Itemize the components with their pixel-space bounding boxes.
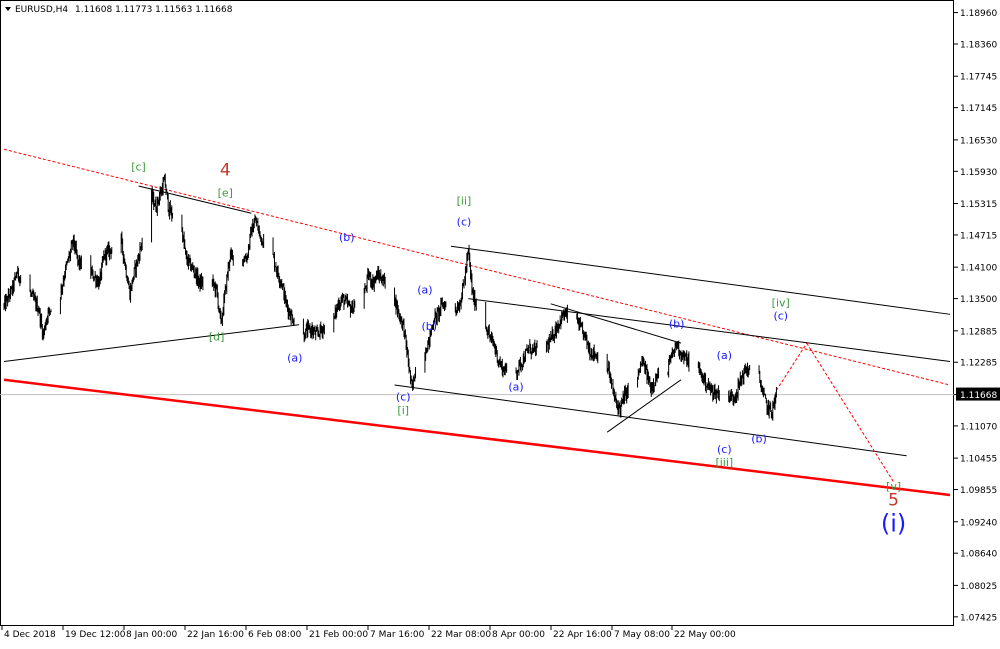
chart-header: EURUSD,H4 1.11608 1.11773 1.11563 1.1166… xyxy=(5,5,233,15)
wave-label: (i) xyxy=(881,510,906,538)
chart-background xyxy=(0,0,1000,645)
price-chart[interactable]: [c] 4[e][d](a)(b)(c)[i](a)(b)[ii](c)(a)(b… xyxy=(0,0,1000,645)
wave-label: 4 xyxy=(220,160,231,180)
wave-label: [d] xyxy=(209,331,225,344)
wave-label: [iv] xyxy=(772,296,790,309)
x-tick-label: 21 Feb 00:00 xyxy=(309,630,368,640)
wave-label: (a) xyxy=(417,283,432,296)
wave-label: (c) xyxy=(396,391,411,404)
x-tick-label: 6 Feb 08:00 xyxy=(248,630,302,640)
wave-label: [c] xyxy=(131,160,146,173)
wave-label: (b) xyxy=(669,317,685,330)
y-tick-label: 1.16530 xyxy=(960,136,997,146)
wave-label: (a) xyxy=(287,351,302,364)
x-tick-label: 7 May 08:00 xyxy=(614,630,670,640)
wave-label: [ii] xyxy=(457,194,472,207)
y-tick-label: 1.18360 xyxy=(960,41,997,51)
y-tick-label: 1.12885 xyxy=(960,327,997,337)
y-tick-label: 1.09240 xyxy=(960,518,997,528)
wave-label: (b) xyxy=(421,320,437,333)
y-tick-label: 1.18960 xyxy=(960,9,997,19)
y-tick-label: 1.09855 xyxy=(960,486,997,496)
x-tick-label: 22 Apr 16:00 xyxy=(553,630,612,640)
x-tick-label: 22 May 00:00 xyxy=(674,630,736,640)
x-tick-label: 8 Jan 00:00 xyxy=(126,630,178,640)
wave-label: (c) xyxy=(457,215,472,228)
x-tick-label: 8 Apr 00:00 xyxy=(492,630,545,640)
x-tick-label: 22 Mar 08:00 xyxy=(431,630,491,640)
wave-label: [i] xyxy=(397,404,409,417)
y-tick-label: 1.14715 xyxy=(960,231,997,241)
wave-label: 5 xyxy=(888,491,899,511)
wave-label: (a) xyxy=(717,349,732,362)
y-tick-label: 1.15930 xyxy=(960,168,997,178)
symbol-label: EURUSD,H4 xyxy=(15,5,68,15)
wave-label: (b) xyxy=(751,433,767,446)
chart-container: [c] 4 [e] [d] (a) (b) (c) [i] (a) (b) [ii] (c) (a) (b… xyxy=(0,0,1000,645)
y-tick-label: 1.08640 xyxy=(960,550,997,560)
y-tick-label: 1.14100 xyxy=(960,264,997,274)
y-tick-label: 1.11070 xyxy=(960,422,997,432)
x-tick-label: 19 Dec 12:00 xyxy=(65,630,126,640)
wave-label: (a) xyxy=(508,380,523,393)
y-tick-label: 1.07425 xyxy=(960,613,997,623)
y-tick-label: 1.15315 xyxy=(960,200,997,210)
x-tick-label: 7 Mar 16:00 xyxy=(370,630,425,640)
y-tick-label: 1.17145 xyxy=(960,104,997,114)
y-tick-label: 1.17745 xyxy=(960,73,997,83)
current-price-label: 1.11668 xyxy=(960,391,997,401)
x-tick-label: 4 Dec 2018 xyxy=(4,630,56,640)
wave-label: (c) xyxy=(773,310,788,323)
y-tick-label: 1.12285 xyxy=(960,359,997,369)
wave-label: [iii] xyxy=(715,456,733,469)
y-tick-label: 1.10455 xyxy=(960,455,997,465)
y-tick-label: 1.08025 xyxy=(960,582,997,592)
ohlc-values: 1.11608 1.11773 1.11563 1.11668 xyxy=(75,5,233,15)
wave-label: (b) xyxy=(339,231,355,244)
wave-label: [e] xyxy=(218,186,233,199)
y-tick-label: 1.13500 xyxy=(960,295,997,305)
wave-label: (c) xyxy=(717,443,732,456)
x-tick-label: 22 Jan 16:00 xyxy=(187,630,244,640)
